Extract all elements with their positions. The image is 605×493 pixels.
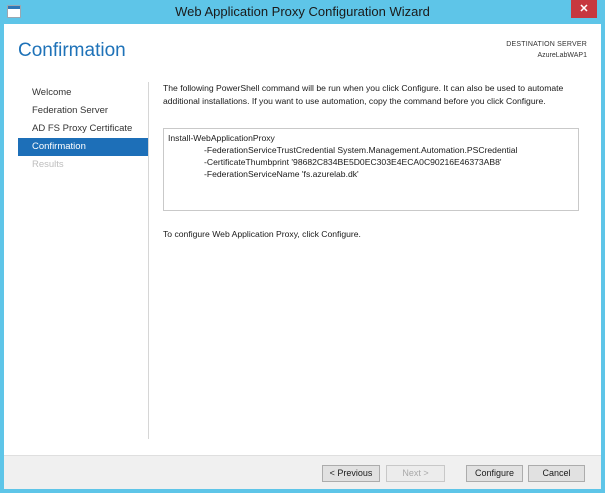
command-line: -FederationServiceTrustCredential System…	[204, 145, 518, 155]
destination-server-value: AzureLabWAP1	[537, 52, 587, 59]
button-bar: < Previous Next > Configure Cancel	[4, 455, 601, 489]
nav-item-federation-server[interactable]: Federation Server	[18, 102, 148, 120]
nav-item-adfs-proxy-certificate[interactable]: AD FS Proxy Certificate	[18, 120, 148, 138]
cancel-button[interactable]: Cancel	[528, 465, 585, 482]
command-line: -CertificateThumbprint '98682C834BE5D0EC…	[204, 157, 502, 167]
nav-item-welcome[interactable]: Welcome	[18, 84, 148, 102]
intro-text: The following PowerShell command will be…	[163, 83, 564, 106]
destination-server-label: DESTINATION SERVER	[506, 41, 587, 48]
configure-button[interactable]: Configure	[466, 465, 523, 482]
next-button: Next >	[386, 465, 445, 482]
command-line: Install-WebApplicationProxy	[168, 133, 275, 143]
nav-divider	[148, 82, 149, 439]
powershell-command-box[interactable]: Install-WebApplicationProxy -FederationS…	[163, 128, 579, 211]
nav-item-confirmation[interactable]: Confirmation	[18, 138, 148, 156]
configure-instruction: To configure Web Application Proxy, clic…	[163, 229, 361, 239]
close-button[interactable]: ✕	[571, 0, 597, 18]
page-title: Confirmation	[18, 40, 126, 61]
previous-button[interactable]: < Previous	[322, 465, 380, 482]
wizard-body: Confirmation DESTINATION SERVER AzureLab…	[4, 24, 601, 489]
wizard-header: Confirmation DESTINATION SERVER AzureLab…	[4, 24, 601, 76]
nav-item-results: Results	[32, 159, 64, 170]
command-line: -FederationServiceName 'fs.azurelab.dk'	[204, 169, 359, 179]
wizard-window: Web Application Proxy Configuration Wiza…	[0, 0, 605, 493]
main-content: The following PowerShell command will be…	[163, 82, 588, 239]
wizard-steps-nav: Welcome Federation Server AD FS Proxy Ce…	[18, 84, 148, 174]
window-title: Web Application Proxy Configuration Wiza…	[175, 4, 430, 19]
title-bar[interactable]: Web Application Proxy Configuration Wiza…	[0, 0, 605, 24]
